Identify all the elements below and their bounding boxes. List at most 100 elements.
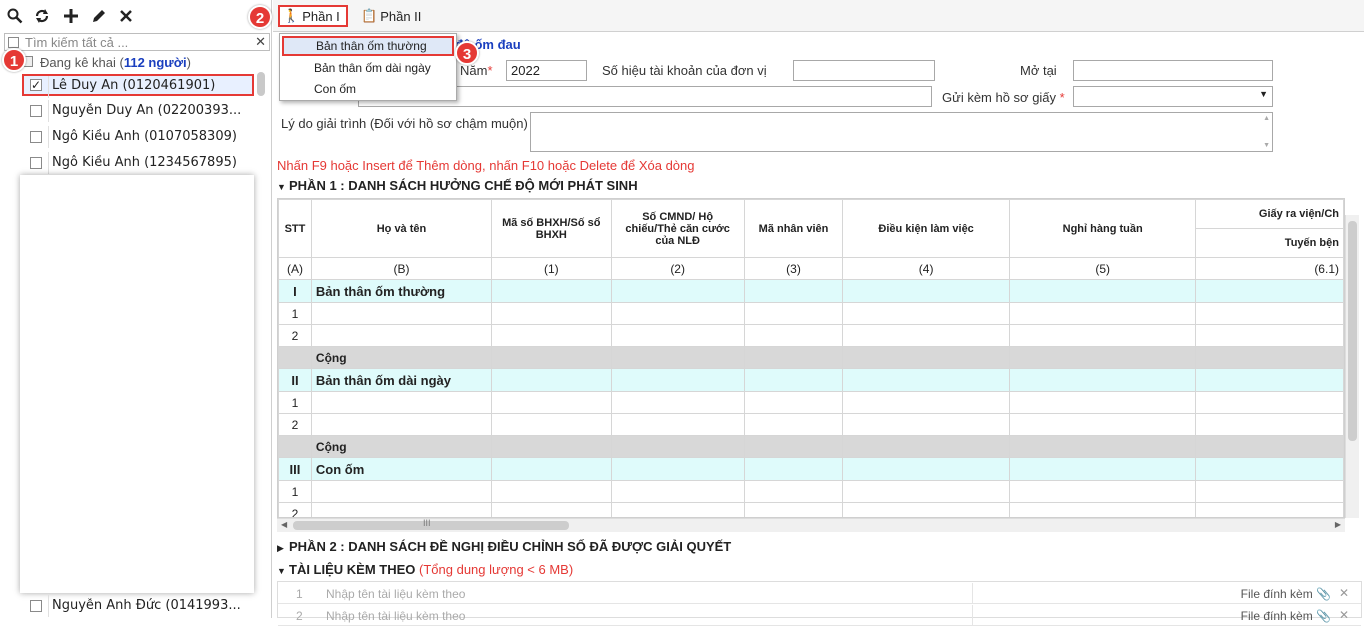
group-roman: I	[278, 279, 312, 303]
account-input[interactable]	[793, 60, 935, 81]
checkbox[interactable]	[30, 600, 42, 612]
index-cell: (6.1)	[1195, 257, 1344, 280]
attach-label: Gửi kèm hồ sơ giấy *	[942, 90, 1065, 105]
employee-row[interactable]: Ngô Kiều Anh (0107058309)	[22, 126, 254, 148]
header-nghi-hang-tuan: Nghỉ hàng tuần	[1008, 199, 1197, 258]
add-icon[interactable]	[60, 5, 82, 27]
tab-phan-2[interactable]: 📋 Phần II	[361, 5, 436, 27]
remove-icon[interactable]: ✕	[1339, 608, 1349, 622]
step-badge-3: 3	[455, 41, 479, 65]
scroll-up-icon: ▲	[1263, 115, 1270, 122]
paperclip-icon: 📎	[1316, 609, 1331, 623]
horizontal-scrollbar[interactable]: ◀ III ▶	[277, 518, 1345, 532]
group-title: Bản thân ốm thường	[310, 279, 493, 303]
attachments-list: 1 Nhập tên tài liệu kèm theo File đính k…	[277, 581, 1362, 626]
index-cell: (B)	[310, 257, 493, 280]
employee-group[interactable]: Đang kê khai (112 người)	[22, 53, 258, 73]
reason-label: Lý do giải trình (Đối với hồ sơ chậm muộ…	[281, 116, 528, 131]
header-ma-so-bhxh: Mã số BHXH/Số sổ BHXH	[491, 199, 612, 258]
checkbox[interactable]	[30, 105, 42, 117]
index-row: (A) (B) (1) (2) (3) (4) (5) (6.1)	[278, 257, 1344, 280]
sum-label: Cộng	[310, 346, 493, 369]
scroll-left-icon[interactable]: ◀	[281, 520, 287, 529]
menu-item-con-om[interactable]: Con ốm	[282, 79, 454, 99]
header-ma-nhan-vien: Mã nhân viên	[743, 199, 844, 258]
row-number: 1	[278, 302, 312, 325]
table-row[interactable]: 1	[278, 391, 1344, 414]
scroll-thumb[interactable]	[1348, 221, 1357, 441]
checked-icon[interactable]: ✓	[30, 79, 42, 91]
employee-row-selected[interactable]: ✓ Lê Duy An (0120461901)	[22, 74, 254, 98]
edit-icon[interactable]	[88, 5, 110, 27]
attach-file-button[interactable]: File đính kèm 📎	[1241, 609, 1331, 623]
section-2-header[interactable]: ▶ PHẦN 2 : DANH SÁCH ĐỀ NGHỊ ĐIỀU CHỈNH S…	[277, 539, 1362, 561]
tab-label: Phần II	[380, 8, 422, 24]
attach-select[interactable]: ▼	[1073, 86, 1273, 107]
menu-item-ban-than-om-dai-ngay[interactable]: Bản thân ốm dài ngày	[282, 58, 454, 78]
attachment-row[interactable]: 2 Nhập tên tài liệu kèm theo File đính k…	[278, 605, 1361, 626]
tab-phan-1[interactable]: 🚶 Phần I	[278, 5, 348, 27]
grid-table: STT Họ và tên Mã số BHXH/Số sổ BHXH Số C…	[278, 199, 1344, 517]
documents-icon: 📋	[361, 8, 378, 23]
table-row[interactable]: 2	[278, 502, 1344, 517]
year-label: Năm*	[460, 63, 493, 78]
scrollbar[interactable]	[257, 72, 265, 96]
employee-name: Lê Duy An (0120461901)	[52, 78, 216, 93]
section-1-header[interactable]: ▼ PHẦN 1 : DANH SÁCH HƯỞNG CHẾ ĐỘ MỚI PHÁ…	[277, 178, 1362, 200]
search-input[interactable]	[25, 35, 245, 49]
search-icon[interactable]	[4, 5, 26, 27]
attachment-name-input[interactable]: Nhập tên tài liệu kèm theo	[326, 609, 465, 623]
group-row-i[interactable]: I Bản thân ốm thường	[278, 279, 1344, 303]
refresh-icon[interactable]	[31, 5, 53, 27]
step-badge-2: 2	[248, 5, 272, 29]
scroll-right-icon[interactable]: ▶	[1335, 520, 1341, 529]
collapse-arrow-icon: ▼	[277, 182, 286, 192]
index-cell: (2)	[610, 257, 745, 280]
chevron-down-icon: ▼	[1259, 89, 1268, 99]
reason-textarea[interactable]: ▲ ▼	[530, 112, 1273, 152]
group-label: Đang kê khai	[40, 55, 116, 70]
table-row[interactable]: 1	[278, 302, 1344, 325]
row-number: 2	[278, 413, 312, 436]
tab-dropdown-menu: Bản thân ốm thường Bản thân ốm dài ngày …	[279, 33, 457, 101]
header-tuyen-benh: Tuyến bện	[1195, 228, 1344, 258]
tab-label: Phần I	[302, 8, 340, 24]
row-number: 1	[278, 480, 312, 503]
popup-blank	[20, 175, 254, 593]
employee-name: Nguyễn Anh Đức (0141993...	[52, 598, 241, 613]
menu-item-ban-than-om-thuong[interactable]: Bản thân ốm thường	[282, 36, 454, 56]
scroll-thumb[interactable]: III	[293, 518, 569, 530]
employee-row[interactable]: Ngô Kiều Anh (1234567895)	[22, 152, 254, 174]
remove-icon[interactable]: ✕	[1339, 586, 1349, 600]
index-cell: (3)	[743, 257, 844, 280]
group-row-ii[interactable]: II Bản thân ốm dài ngày	[278, 368, 1344, 392]
vertical-scrollbar[interactable]	[1345, 215, 1359, 518]
attachment-row[interactable]: 1 Nhập tên tài liệu kèm theo File đính k…	[278, 583, 1361, 604]
step-badge-1: 1	[2, 48, 26, 72]
table-row[interactable]: 2	[278, 324, 1344, 347]
delete-icon[interactable]	[115, 5, 137, 27]
employee-row[interactable]: Nguyễn Anh Đức (0141993...	[22, 595, 254, 617]
group-count: 112 người	[123, 55, 187, 70]
checkbox[interactable]	[30, 131, 42, 143]
bank-input[interactable]	[1073, 60, 1273, 81]
row-number: 1	[278, 391, 312, 414]
size-note: (Tổng dung lượng < 6 MB)	[419, 562, 574, 577]
expand-arrow-icon: ▶	[277, 543, 284, 553]
header-giay-ra-vien: Giấy ra viện/Ch	[1195, 199, 1344, 229]
attach-file-button[interactable]: File đính kèm 📎	[1241, 587, 1331, 601]
attachment-name-input[interactable]: Nhập tên tài liệu kèm theo	[326, 587, 465, 601]
checkbox[interactable]	[30, 157, 42, 169]
index-cell: (5)	[1008, 257, 1197, 280]
year-input[interactable]	[506, 60, 587, 81]
employee-name: Ngô Kiều Anh (0107058309)	[52, 129, 237, 144]
clear-icon[interactable]: ✕	[255, 34, 266, 50]
header-dieu-kien: Điều kiện làm việc	[842, 199, 1010, 258]
header-stt: STT	[278, 199, 312, 258]
table-row[interactable]: 1	[278, 480, 1344, 503]
table-row[interactable]: 2	[278, 413, 1344, 436]
data-grid: STT Họ và tên Mã số BHXH/Số sổ BHXH Số C…	[277, 198, 1345, 518]
group-row-iii[interactable]: III Con ốm	[278, 457, 1344, 481]
select-all-checkbox[interactable]	[8, 37, 19, 48]
employee-row[interactable]: Nguyễn Duy An (02200393...	[22, 100, 254, 122]
